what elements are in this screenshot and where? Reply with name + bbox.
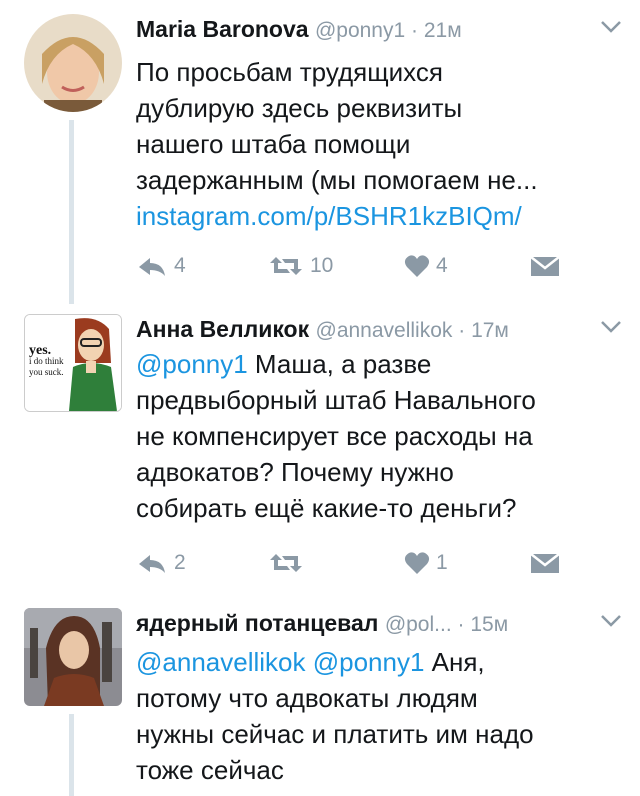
avatar[interactable] — [24, 14, 122, 112]
retweet-button[interactable] — [268, 548, 310, 578]
separator-dot: · — [451, 613, 471, 636]
timestamp[interactable]: 17м — [471, 319, 509, 342]
chevron-down-icon[interactable] — [600, 614, 622, 628]
tweet-actions: 4 10 4 — [136, 251, 576, 281]
avatar-caption: i do think — [29, 356, 64, 366]
avatar-caption: yes. — [29, 343, 52, 358]
tweet-3[interactable]: ядерный потанцевал @pol... · 15м @annave… — [0, 608, 640, 796]
tweet-text-line: нашего штаба помощи — [136, 129, 411, 159]
reply-icon — [139, 555, 165, 573]
like-icon — [404, 552, 430, 574]
mention-link[interactable]: @ponny1 — [313, 647, 425, 677]
tweet-text: @ponny1 Маша, а разве предвыборный штаб … — [136, 346, 616, 526]
tweet-thread: Maria Baronova @ponny1 · 21м По просьбам… — [0, 0, 640, 796]
dm-icon — [530, 256, 560, 276]
tweet-text-line: По просьбам трудящихся — [136, 57, 443, 87]
author-handle[interactable]: @annavellikok — [316, 319, 453, 342]
thread-line — [69, 714, 74, 796]
author-name[interactable]: ядерный потанцевал — [136, 610, 378, 636]
dm-button[interactable] — [530, 251, 560, 281]
like-count: 4 — [436, 254, 448, 277]
mention-link[interactable]: @annavellikok — [136, 647, 305, 677]
retweet-icon — [270, 257, 302, 275]
avatar[interactable]: yes. i do think you suck. — [24, 314, 122, 412]
timestamp[interactable]: 15м — [470, 613, 508, 636]
tweet-text-line: задержанным (мы помогаем не... — [136, 165, 538, 195]
tweet-text-line: предвыборный штаб Навального — [136, 385, 536, 415]
like-count: 1 — [436, 551, 448, 574]
thread-line — [69, 120, 74, 304]
tweet-text-line: не компенсирует все расходы на — [136, 421, 533, 451]
retweet-count: 10 — [310, 254, 334, 277]
reply-icon — [139, 258, 165, 276]
mention-link[interactable]: @ponny1 — [136, 349, 248, 379]
tweet-text-line: дублирую здесь реквизиты — [136, 93, 463, 123]
tweet-text-line: потому что адвокаты людям — [136, 683, 478, 713]
tweet-text-line: нужны сейчас и платить им надо — [136, 719, 534, 749]
tweet-text-line: адвокатов? Почему нужно — [136, 457, 454, 487]
timestamp[interactable]: 21м — [424, 19, 462, 42]
tweet-text-line: тоже сейчас — [136, 755, 284, 785]
author-handle[interactable]: @pol... — [385, 613, 452, 636]
reply-count: 2 — [174, 551, 186, 574]
separator-dot: · — [405, 19, 424, 42]
dm-icon — [530, 553, 560, 573]
chevron-down-icon[interactable] — [600, 20, 622, 34]
author-name[interactable]: Maria Baronova — [136, 16, 309, 42]
retweet-icon — [270, 554, 302, 572]
retweet-button[interactable]: 10 — [268, 251, 333, 281]
tweet-header: Maria Baronova @ponny1 · 21м — [136, 14, 462, 44]
like-button[interactable]: 1 — [404, 548, 448, 578]
tweet-1[interactable]: Maria Baronova @ponny1 · 21м По просьбам… — [0, 14, 640, 304]
dm-button[interactable] — [530, 548, 560, 578]
tweet-text-line: собирать ещё какие-то деньги? — [136, 493, 517, 523]
reply-count: 4 — [174, 254, 186, 277]
tweet-header: ядерный потанцевал @pol... · 15м — [136, 608, 508, 638]
tweet-text: По просьбам трудящихся дублирую здесь ре… — [136, 54, 616, 234]
tweet-text: @annavellikok @ponny1 Аня, потому что ад… — [136, 644, 616, 788]
tweet-link[interactable]: instagram.com/p/BSHR1kzBIQm/ — [136, 198, 616, 234]
avatar[interactable] — [24, 608, 122, 706]
tweet-actions: 2 1 — [136, 548, 576, 578]
like-button[interactable]: 4 — [404, 251, 448, 281]
author-name[interactable]: Анна Велликок — [136, 316, 309, 342]
author-handle[interactable]: @ponny1 — [315, 19, 405, 42]
tweet-text-line: @ponny1 Маша, а разве — [136, 346, 616, 382]
reply-button[interactable]: 2 — [136, 548, 186, 578]
tweet-header: Анна Велликок @annavellikok · 17м — [136, 314, 509, 344]
tweet-text-line: @annavellikok @ponny1 Аня, — [136, 644, 616, 680]
avatar-caption: you suck. — [29, 367, 64, 377]
tweet-text-span: Маша, а разве — [247, 349, 432, 379]
tweet-text-span: Аня, — [424, 647, 485, 677]
chevron-down-icon[interactable] — [600, 320, 622, 334]
tweet-2[interactable]: yes. i do think you suck. Анна Велликок … — [0, 314, 640, 586]
reply-button[interactable]: 4 — [136, 251, 186, 281]
separator-dot: · — [452, 319, 472, 342]
like-icon — [404, 255, 430, 277]
